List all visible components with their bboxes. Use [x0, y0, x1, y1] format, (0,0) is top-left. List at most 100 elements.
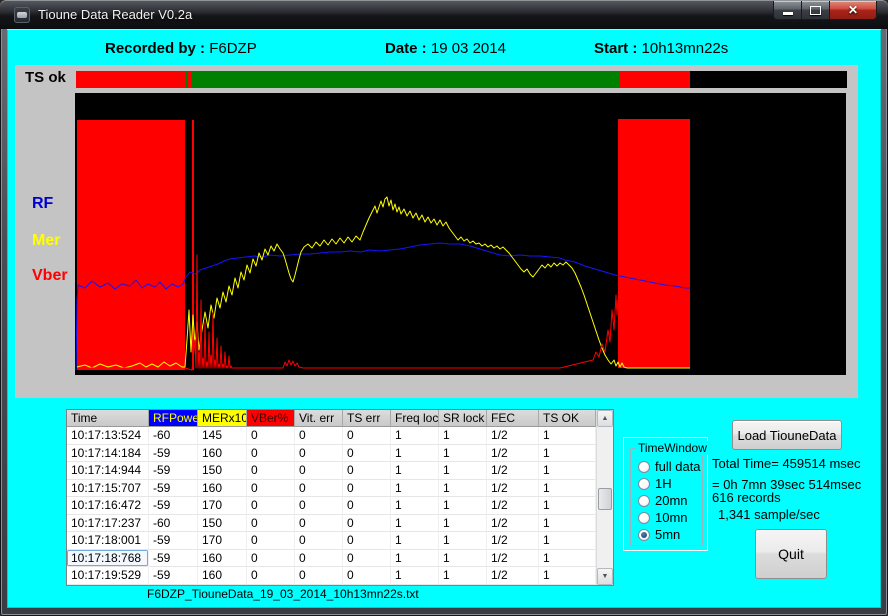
table-cell: -60 — [149, 427, 198, 445]
signal-loss-block — [618, 119, 690, 368]
time-window-option-20mn[interactable]: 20mn — [638, 492, 704, 509]
time-window-option-10mn[interactable]: 10mn — [638, 509, 704, 526]
time-window-option-1H[interactable]: 1H — [638, 475, 704, 492]
column-header[interactable]: TS err — [343, 410, 391, 427]
minimize-button[interactable] — [773, 1, 802, 20]
radio-icon[interactable] — [638, 478, 650, 490]
table-cell: 0 — [343, 462, 391, 480]
table-row[interactable]: 10:17:14:944-59150000111/21 — [67, 462, 596, 480]
ts-ok-segment — [690, 71, 847, 88]
table-cell: 10:17:19:529 — [67, 567, 149, 585]
app-window: Tioune Data Reader V0.2a ✕ Recorded by :… — [0, 0, 888, 616]
table-cell: -59 — [149, 480, 198, 498]
date: Date : 19 03 2014 — [385, 40, 506, 60]
table-cell: 0 — [295, 427, 343, 445]
radio-label: 10mn — [655, 510, 688, 525]
table-body: TimeRFPowerMERx10VBer%Vit. errTS errFreq… — [67, 410, 596, 585]
scrollbar-thumb[interactable] — [598, 488, 612, 510]
maximize-button[interactable] — [802, 1, 829, 20]
table-cell: 1 — [439, 462, 487, 480]
table-row[interactable]: 10:17:19:529-59160000111/21 — [67, 567, 596, 585]
table-row[interactable]: 10:17:18:001-59170000111/21 — [67, 532, 596, 550]
minimize-icon — [783, 12, 793, 15]
table-cell: 1/2 — [487, 480, 539, 498]
ts-ok-segment — [76, 71, 185, 88]
table-cell: 150 — [198, 462, 247, 480]
table-cell: 0 — [247, 445, 295, 463]
table-cell: 10:17:14:944 — [67, 462, 149, 480]
table-cell: -59 — [149, 532, 198, 550]
scroll-up-icon[interactable]: ▲ — [597, 410, 613, 427]
table-cell: 1 — [391, 427, 439, 445]
table-cell: 1/2 — [487, 515, 539, 533]
table-row[interactable]: 10:17:16:472-59170000111/21 — [67, 497, 596, 515]
quit-button[interactable]: Quit — [755, 529, 827, 579]
close-icon: ✕ — [848, 4, 858, 16]
table-cell: 150 — [198, 515, 247, 533]
radio-icon[interactable] — [638, 495, 650, 507]
radio-icon[interactable] — [638, 461, 650, 473]
table-cell: 160 — [198, 445, 247, 463]
time-window-option-5mn[interactable]: 5mn — [638, 526, 704, 543]
table-cell: 0 — [295, 515, 343, 533]
table-cell: 0 — [247, 532, 295, 550]
table-cell: 1/2 — [487, 427, 539, 445]
close-button[interactable]: ✕ — [829, 1, 877, 20]
time-window-label: TimeWindow — [636, 441, 709, 455]
table-cell: 0 — [343, 497, 391, 515]
table-cell: 1 — [391, 445, 439, 463]
table-cell: 0 — [247, 480, 295, 498]
table-cell: 0 — [247, 515, 295, 533]
date-label: Date : — [385, 40, 427, 57]
table-cell: 1 — [439, 480, 487, 498]
radio-icon[interactable] — [638, 529, 650, 541]
start-value: 10h13mn22s — [642, 40, 729, 57]
table-row[interactable]: 10:17:15:707-59160000111/21 — [67, 480, 596, 498]
radio-label: 20mn — [655, 493, 688, 508]
radio-label: 1H — [655, 476, 672, 491]
time-window-options: full data1H 20mn 10mn5mn — [638, 458, 704, 543]
table-cell: 1 — [539, 497, 596, 515]
table-cell: 0 — [295, 445, 343, 463]
load-tiounedata-button[interactable]: Load TiouneData — [732, 420, 842, 450]
time-window-option-full-data[interactable]: full data — [638, 458, 704, 475]
table-cell: 0 — [343, 515, 391, 533]
column-header[interactable]: Freq lock — [391, 410, 439, 427]
table-cell: 0 — [295, 550, 343, 568]
column-header[interactable]: Vit. err — [295, 410, 343, 427]
table-cell: 10:17:18:001 — [67, 532, 149, 550]
start-time: Start : 10h13mn22s — [594, 40, 728, 60]
table-cell: 1 — [391, 515, 439, 533]
vber-series-label: Vber — [32, 267, 68, 285]
table-cell: 0 — [295, 480, 343, 498]
table-row[interactable]: 10:17:14:184-59160000111/21 — [67, 445, 596, 463]
table-cell: 1 — [439, 515, 487, 533]
table-row[interactable]: 10:17:13:524-60145000111/21 — [67, 427, 596, 445]
table-cell: 1 — [391, 532, 439, 550]
column-header[interactable]: Time — [67, 410, 149, 427]
table-cell: 1 — [539, 445, 596, 463]
ts-ok-segment — [191, 71, 619, 88]
radio-icon[interactable] — [638, 512, 650, 524]
table-cell: 1/2 — [487, 550, 539, 568]
column-header[interactable]: SR lock — [439, 410, 487, 427]
table-row[interactable]: 10:17:18:768-59160000111/21 — [67, 550, 596, 568]
column-header[interactable]: RFPower — [149, 410, 198, 427]
table-cell: 1/2 — [487, 567, 539, 585]
column-header[interactable]: MERx10 — [198, 410, 247, 427]
column-header[interactable]: VBer% — [247, 410, 295, 427]
sample-rate: 1,341 sample/sec — [718, 507, 820, 522]
table-cell: 160 — [198, 567, 247, 585]
table-cell: -60 — [149, 515, 198, 533]
column-header[interactable]: FEC — [487, 410, 539, 427]
table-cell: 10:17:15:707 — [67, 480, 149, 498]
caption-buttons: ✕ — [773, 1, 877, 20]
table-scrollbar[interactable]: ▲ ▼ — [596, 410, 613, 585]
ts-ok-segment — [188, 71, 191, 88]
table-row[interactable]: 10:17:17:237-60150000111/21 — [67, 515, 596, 533]
column-header[interactable]: TS OK — [539, 410, 596, 427]
start-label: Start : — [594, 40, 637, 57]
data-table[interactable]: TimeRFPowerMERx10VBer%Vit. errTS errFreq… — [66, 409, 614, 586]
scroll-down-icon[interactable]: ▼ — [597, 568, 613, 585]
table-cell: 1 — [439, 567, 487, 585]
